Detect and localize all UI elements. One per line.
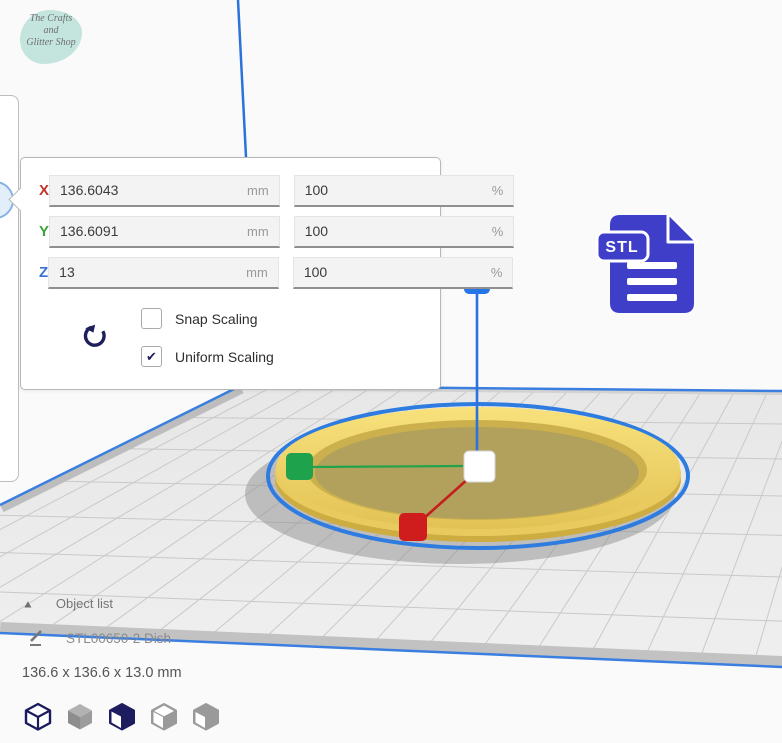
y-size-field[interactable]: mm — [49, 215, 280, 248]
uniform-scaling-checkbox[interactable]: ✔ — [141, 346, 162, 367]
shop-logo: The Crafts and Glitter Shop — [14, 4, 88, 70]
view-front-icon[interactable] — [65, 701, 95, 732]
stl-badge-label: STL — [605, 239, 638, 256]
scale-handle-center[interactable] — [463, 450, 496, 483]
uniform-scaling-label: Uniform Scaling — [175, 348, 274, 365]
z-percent-field[interactable]: % — [292, 256, 514, 289]
object-list-item[interactable]: STL00650-2 Dish — [28, 629, 171, 647]
stl-file-icon: STL — [594, 206, 700, 318]
camera-view-buttons — [23, 701, 221, 732]
chevron-up-icon: ▲ — [22, 597, 34, 610]
x-size-field[interactable]: mm — [49, 174, 280, 207]
logo-line1: The Crafts — [29, 13, 73, 24]
z-percent-input[interactable] — [303, 264, 485, 280]
pencil-icon — [30, 630, 42, 646]
scale-handle-y[interactable] — [286, 453, 313, 480]
left-toolbar-panel — [0, 95, 19, 482]
view-left-icon[interactable] — [149, 701, 179, 732]
snap-scaling-checkbox[interactable] — [141, 308, 162, 329]
y-percent-unit: % — [491, 223, 504, 239]
axis-label-y: Y — [39, 223, 50, 240]
model-dimensions: 136.6 x 136.6 x 13.0 mm — [22, 665, 182, 681]
scale-panel: X mm % Y mm % Z mm — [8, 157, 515, 390]
scale-handle-x[interactable] — [399, 513, 427, 541]
z-size-unit: mm — [246, 264, 268, 280]
application-window: The Crafts and Glitter Shop X mm % Y mm — [0, 0, 782, 743]
uniform-scaling-option[interactable]: ✔ Uniform Scaling — [141, 346, 274, 367]
snap-scaling-option[interactable]: Snap Scaling — [141, 308, 258, 329]
z-axis-guide-line — [236, 0, 248, 158]
axis-label-z: Z — [39, 264, 49, 281]
x-percent-unit: % — [491, 182, 504, 198]
y-size-input[interactable] — [60, 223, 242, 239]
y-percent-input[interactable] — [304, 223, 486, 239]
x-size-unit: mm — [247, 182, 269, 198]
logo-line2: and — [43, 25, 59, 36]
view-right-icon[interactable] — [191, 701, 221, 732]
object-list-header[interactable]: ▲ Object list — [22, 596, 113, 611]
reset-scale-icon[interactable] — [79, 320, 111, 352]
x-size-input[interactable] — [60, 182, 242, 198]
view-top-icon[interactable] — [107, 701, 137, 732]
z-size-input[interactable] — [59, 264, 241, 280]
x-percent-field[interactable]: % — [293, 174, 515, 207]
z-size-field[interactable]: mm — [48, 256, 279, 289]
axis-label-x: X — [39, 182, 50, 199]
object-list-title: Object list — [55, 596, 113, 611]
z-percent-unit: % — [490, 264, 503, 280]
x-percent-input[interactable] — [304, 182, 486, 198]
y-size-unit: mm — [247, 223, 269, 239]
snap-scaling-label: Snap Scaling — [175, 310, 258, 327]
y-percent-field[interactable]: % — [293, 215, 515, 248]
object-item-name: STL00650-2 Dish — [66, 630, 172, 646]
view-3d-icon[interactable] — [23, 701, 53, 732]
logo-line3: Glitter Shop — [26, 37, 76, 48]
